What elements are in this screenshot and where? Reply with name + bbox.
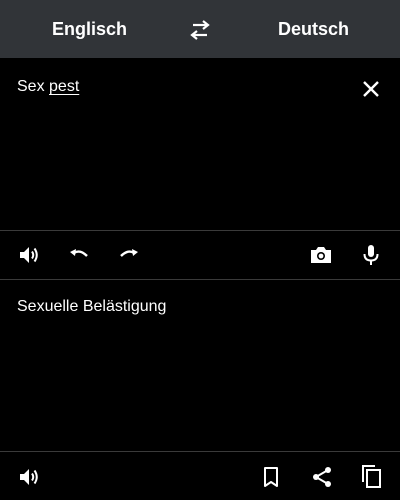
camera-icon[interactable]: [309, 243, 333, 267]
share-icon[interactable]: [310, 465, 334, 489]
source-text-area[interactable]: Sex pest: [0, 58, 400, 230]
language-bar: Englisch Deutsch: [0, 0, 400, 58]
copy-icon[interactable]: [359, 463, 383, 489]
speaker-icon[interactable]: [17, 243, 41, 267]
divider-bottom: [0, 451, 400, 452]
source-text[interactable]: Sex pest: [17, 78, 79, 96]
swap-languages-icon[interactable]: [187, 18, 213, 42]
divider-middle: [0, 279, 400, 280]
output-speaker-icon[interactable]: [17, 465, 41, 489]
divider-top: [0, 230, 400, 231]
source-text-word-1: Sex: [17, 78, 50, 95]
undo-icon[interactable]: [67, 243, 91, 267]
redo-icon[interactable]: [117, 243, 141, 267]
source-text-word-2: pest: [49, 78, 80, 95]
close-icon[interactable]: [360, 78, 382, 100]
bookmark-icon[interactable]: [260, 465, 282, 489]
microphone-icon[interactable]: [359, 243, 383, 267]
source-language-button[interactable]: Englisch: [52, 0, 127, 58]
translation-text: Sexuelle Belästigung: [17, 298, 167, 315]
target-language-button[interactable]: Deutsch: [278, 0, 349, 58]
